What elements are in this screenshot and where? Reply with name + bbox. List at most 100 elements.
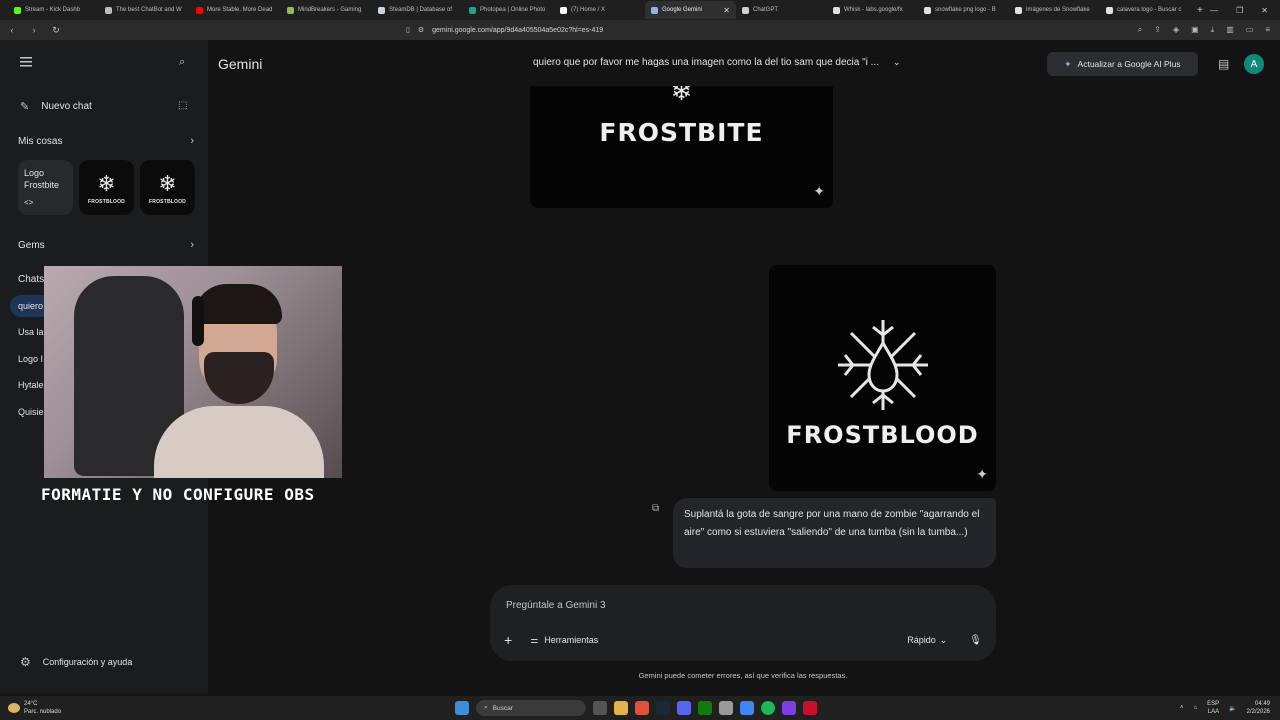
xbox-icon[interactable] [698, 701, 712, 715]
network-icon[interactable]: ⌂ [1194, 705, 1198, 711]
avatar[interactable]: A [1244, 54, 1264, 74]
browser-tab[interactable]: Whisk - labs.google/fx [827, 1, 918, 19]
shield-icon[interactable]: ◈ [1173, 25, 1179, 35]
tab-label: imágenes de Snowflake [1026, 7, 1090, 13]
tab-favicon-icon [105, 6, 112, 14]
tab-label: ChatGPT [753, 7, 779, 13]
weather-widget[interactable]: 24°C Parc. nublado [0, 700, 120, 716]
tab-label: MindBreakers - Gaming [298, 7, 362, 13]
steam-icon[interactable] [656, 701, 670, 715]
tab-label: calavera logo - Buscar c [1117, 7, 1182, 13]
new-chat-button[interactable]: ✎ Nuevo chat [20, 100, 92, 113]
back-icon[interactable]: ‹ [6, 25, 18, 35]
share-icon[interactable]: ⇪ [1154, 25, 1161, 35]
minimize-icon[interactable]: — [1210, 6, 1218, 15]
window-controls: — ❐ ✕ [1210, 6, 1280, 15]
clock[interactable]: 04:49 2/2/2026 [1247, 700, 1270, 716]
thumbnail-frostblood-2[interactable]: ❄ FROSTBLOOD [140, 160, 195, 215]
weather-text: Parc. nublado [24, 709, 62, 715]
browser-tab[interactable]: (7) Home / X [554, 1, 645, 19]
start-icon[interactable] [455, 701, 469, 715]
search-icon[interactable]: ⌕ [179, 56, 185, 69]
reload-icon[interactable]: ↻ [50, 25, 62, 36]
snowflake-icon: ❄ [97, 170, 116, 196]
upgrade-button[interactable]: ✦ Actualizar a Google AI Plus [1047, 52, 1198, 76]
forward-icon[interactable]: › [28, 25, 40, 35]
composer-actions: + ⚌ Herramientas Rápido ⌄ 🎙 [504, 632, 982, 648]
model-label: Rápido [907, 635, 936, 645]
address-bar[interactable]: ▯ ⚙ gemini.google.com/app/9d4a405504a5e0… [406, 23, 946, 38]
close-window-icon[interactable]: ✕ [1261, 6, 1268, 15]
archive-icon[interactable]: ▤ [1218, 57, 1229, 71]
prompt-input[interactable]: Pregúntale a Gemini 3 [506, 600, 606, 611]
browser-tab[interactable]: Photopea | Online Photo [463, 1, 554, 19]
my-stuff-header[interactable]: Mis cosas › [18, 135, 194, 147]
clock-time: 04:49 [1254, 701, 1270, 707]
task-view-icon[interactable] [593, 701, 607, 715]
my-stuff-label: Mis cosas [18, 135, 63, 147]
thumbnail-title-line1: Logo [24, 168, 45, 178]
add-icon[interactable]: + [504, 632, 512, 648]
app-icon[interactable] [782, 701, 796, 715]
spotify-icon[interactable] [761, 701, 775, 715]
volume-icon[interactable]: 🔈 [1229, 705, 1236, 712]
image-logo-text: FROSTBITE [599, 117, 764, 147]
generated-image-frostblood[interactable]: FROSTBLOOD ✦ [769, 265, 996, 491]
notepad-icon[interactable] [719, 701, 733, 715]
microphone-icon[interactable]: 🎙 [969, 635, 982, 646]
thumbnail-label: FROSTBLOOD [149, 198, 186, 205]
zoom-icon[interactable]: ⌕ [1138, 25, 1142, 35]
browser-tab[interactable]: ChatGPT [736, 1, 827, 19]
sidebar-toggle-icon[interactable]: ▥ [1226, 25, 1234, 35]
model-selector[interactable]: Rápido ⌄ [907, 635, 947, 646]
menu-icon[interactable]: ≡ [1265, 25, 1270, 35]
site-info-icon[interactable]: ⚙ [418, 26, 424, 34]
tab-label: SteamDB | Database of [389, 7, 452, 13]
tab-close-icon[interactable]: ✕ [723, 6, 730, 15]
temporary-chat-icon[interactable]: ⬚ [178, 100, 187, 111]
language-indicator[interactable]: ESP LAA [1207, 700, 1219, 716]
browser-tab[interactable]: MindBreakers - Gaming [281, 1, 372, 19]
chevron-up-icon[interactable]: ˄ [1180, 705, 1184, 711]
conversation-title[interactable]: quiero que por favor me hagas una imagen… [533, 57, 901, 68]
wallet-icon[interactable]: ▭ [1246, 25, 1254, 35]
generated-image-frostbite[interactable]: ❄ FROSTBITE ✦ [530, 86, 833, 208]
webcam-overlay [44, 266, 342, 478]
system-tray: ˄ ⌂ ESP LAA 🔈 04:49 2/2/2026 [1180, 700, 1280, 716]
browser-tab[interactable]: SteamDB | Database of [372, 1, 463, 19]
tab-label: snowflake png logo - B [935, 7, 996, 13]
new-tab-button[interactable]: + [1191, 5, 1209, 16]
copy-icon[interactable]: ⧉ [652, 503, 659, 514]
settings-help-button[interactable]: ⚙ Configuración y ayuda [20, 655, 132, 669]
file-explorer-icon[interactable] [614, 701, 628, 715]
gear-icon: ⚙ [20, 655, 31, 669]
prompt-composer[interactable]: Pregúntale a Gemini 3 + ⚌ Herramientas R… [490, 585, 996, 661]
discord-icon[interactable] [677, 701, 691, 715]
thumbnail-logo-frostbite[interactable]: Logo Frostbite <> [18, 160, 73, 215]
browser-tab[interactable]: imágenes de Snowflake [1009, 1, 1100, 19]
browser-tab[interactable]: calavera logo - Buscar c [1100, 1, 1191, 19]
extensions-icon[interactable]: ▣ [1191, 25, 1199, 35]
taskbar-search[interactable]: ⌕ Buscar [476, 700, 586, 716]
browser-tab[interactable]: Google Gemini ✕ [645, 1, 736, 19]
hamburger-icon[interactable] [20, 57, 32, 67]
tab-favicon-icon [469, 6, 476, 14]
brave-icon[interactable] [635, 701, 649, 715]
browser-tab[interactable]: snowflake png logo - B [918, 1, 1009, 19]
app-icon[interactable] [803, 701, 817, 715]
gemini-brand[interactable]: Gemini [218, 56, 262, 72]
bookmark-icon[interactable]: ▯ [406, 26, 410, 34]
thumbnail-frostblood-1[interactable]: ❄ FROSTBLOOD [79, 160, 134, 215]
snowflake-icon: ❄ [158, 170, 177, 196]
download-icon[interactable]: ⤓ [1211, 25, 1215, 35]
maximize-icon[interactable]: ❐ [1236, 6, 1243, 15]
gems-header[interactable]: Gems › [18, 239, 194, 251]
browser-tab[interactable]: The best ChatBot and W [99, 1, 190, 19]
chrome-icon[interactable] [740, 701, 754, 715]
tools-button[interactable]: ⚌ Herramientas [530, 635, 598, 646]
toolbar-actions: ⌕ ⇪ ◈ ▣ ⤓ ▥ ▭ ≡ [1138, 25, 1274, 35]
tab-favicon-icon [196, 6, 203, 14]
browser-tab[interactable]: Stream - Kick Dashb [8, 1, 99, 19]
headset [192, 296, 204, 346]
browser-tab[interactable]: More Stable. More Dead [190, 1, 281, 19]
